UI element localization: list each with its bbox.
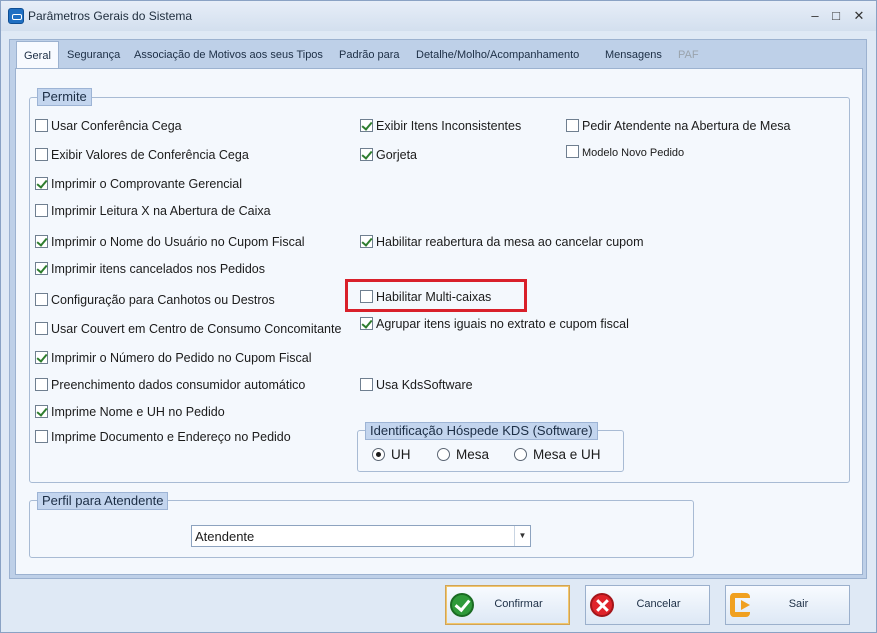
perfil-legend: Perfil para Atendente xyxy=(37,492,169,510)
radio-button[interactable] xyxy=(372,448,385,461)
exit-label: Sair xyxy=(788,598,809,610)
tab-detalhe-molho[interactable]: Detalhe/Molho/Acompanhamento xyxy=(412,41,583,69)
checkbox[interactable] xyxy=(35,351,48,364)
option-label: Gorjeta xyxy=(376,148,417,162)
kds-legend: Identificação Hóspede KDS (Software) xyxy=(365,422,598,440)
checkbox[interactable] xyxy=(566,145,579,158)
option-usar-couvert[interactable]: Usar Couvert em Centro de Consumo Concom… xyxy=(35,322,341,338)
checkbox[interactable] xyxy=(35,204,48,217)
radio-uh[interactable]: UH xyxy=(372,447,411,463)
perfil-select-value: Atendente xyxy=(195,529,255,544)
option-canhotos-destros[interactable]: Configuração para Canhotos ou Destros xyxy=(35,293,275,309)
option-usar-conferencia-cega[interactable]: Usar Conferência Cega xyxy=(35,119,182,135)
dialog-window: Parâmetros Gerais do Sistema – □ ✕ Geral… xyxy=(0,0,877,633)
title-bar[interactable]: Parâmetros Gerais do Sistema – □ ✕ xyxy=(1,1,876,31)
option-label: Imprime Documento e Endereço no Pedido xyxy=(51,430,291,444)
option-label: Usa KdsSoftware xyxy=(376,378,473,392)
option-label: Imprimir o Número do Pedido no Cupom Fis… xyxy=(51,351,312,365)
radio-button[interactable] xyxy=(514,448,527,461)
option-label: Imprime Nome e UH no Pedido xyxy=(51,405,225,419)
option-label: Configuração para Canhotos ou Destros xyxy=(51,293,275,307)
option-imprimir-nome-usuario[interactable]: Imprimir o Nome do Usuário no Cupom Fisc… xyxy=(35,235,305,251)
window-title: Parâmetros Gerais do Sistema xyxy=(28,9,193,23)
option-imprimir-comprovante-gerencial[interactable]: Imprimir o Comprovante Gerencial xyxy=(35,177,242,193)
option-label: Exibir Itens Inconsistentes xyxy=(376,119,522,133)
option-habilitar-reabertura-mesa[interactable]: Habilitar reabertura da mesa ao cancelar… xyxy=(360,235,644,251)
option-imprime-documento-endereco[interactable]: Imprime Documento e Endereço no Pedido xyxy=(35,430,291,446)
option-agrupar-itens-iguais[interactable]: Agrupar itens iguais no extrato e cupom … xyxy=(360,317,629,333)
tab-paf: PAF xyxy=(678,49,699,61)
option-pedir-atendente[interactable]: Pedir Atendente na Abertura de Mesa xyxy=(566,119,790,135)
checkbox[interactable] xyxy=(35,322,48,335)
option-label: Imprimir itens cancelados nos Pedidos xyxy=(51,262,265,276)
option-exibir-valores-conferencia[interactable]: Exibir Valores de Conferência Cega xyxy=(35,148,249,164)
option-usa-kds-software[interactable]: Usa KdsSoftware xyxy=(360,378,473,394)
cancel-label: Cancelar xyxy=(636,598,681,610)
option-exibir-itens-inconsistentes[interactable]: Exibir Itens Inconsistentes xyxy=(360,119,521,135)
confirm-label: Confirmar xyxy=(494,598,543,610)
radio-label: Mesa e UH xyxy=(533,447,601,462)
checkbox[interactable] xyxy=(360,235,373,248)
option-imprimir-leitura-x[interactable]: Imprimir Leitura X na Abertura de Caixa xyxy=(35,204,271,220)
option-imprimir-numero-pedido[interactable]: Imprimir o Número do Pedido no Cupom Fis… xyxy=(35,351,312,367)
minimize-button[interactable]: – xyxy=(805,6,825,26)
option-label: Modelo Novo Pedido xyxy=(582,147,685,159)
radio-mesa[interactable]: Mesa xyxy=(437,447,489,463)
tab-mensagens[interactable]: Mensagens xyxy=(601,41,666,69)
cancel-button[interactable]: Cancelar xyxy=(585,585,710,625)
tab-strip: Geral Segurança Associação de Motivos ao… xyxy=(9,41,867,71)
option-label: Exibir Valores de Conferência Cega xyxy=(51,148,249,162)
option-label: Imprimir o Nome do Usuário no Cupom Fisc… xyxy=(51,235,305,249)
radio-label: UH xyxy=(391,447,411,462)
checkbox[interactable] xyxy=(566,119,579,132)
option-preenchimento-consumidor[interactable]: Preenchimento dados consumidor automátic… xyxy=(35,378,305,394)
tab-seguranca[interactable]: Segurança xyxy=(63,41,124,69)
close-button[interactable]: ✕ xyxy=(849,6,869,26)
option-label: Imprimir Leitura X na Abertura de Caixa xyxy=(51,204,271,218)
option-imprime-nome-uh[interactable]: Imprime Nome e UH no Pedido xyxy=(35,405,225,421)
option-label: Usar Couvert em Centro de Consumo Concom… xyxy=(51,322,342,336)
radio-button[interactable] xyxy=(437,448,450,461)
option-label: Agrupar itens iguais no extrato e cupom … xyxy=(376,317,629,331)
exit-button[interactable]: Sair xyxy=(725,585,850,625)
chevron-down-icon[interactable]: ▼ xyxy=(514,526,530,546)
checkbox[interactable] xyxy=(35,430,48,443)
option-label: Pedir Atendente na Abertura de Mesa xyxy=(582,119,791,133)
checkbox[interactable] xyxy=(35,235,48,248)
checkbox[interactable] xyxy=(360,148,373,161)
tab-padrao-para[interactable]: Padrão para xyxy=(335,41,404,69)
tab-geral[interactable]: Geral xyxy=(16,41,59,71)
checkbox[interactable] xyxy=(35,378,48,391)
checkbox[interactable] xyxy=(35,177,48,190)
checkbox[interactable] xyxy=(35,148,48,161)
permite-legend: Permite xyxy=(37,88,92,106)
app-icon xyxy=(8,8,24,24)
highlight-box xyxy=(345,279,527,312)
tab-associacao-motivos[interactable]: Associação de Motivos aos seus Tipos xyxy=(130,41,327,69)
radio-label: Mesa xyxy=(456,447,490,462)
checkbox[interactable] xyxy=(360,317,373,330)
checkbox[interactable] xyxy=(35,262,48,275)
perfil-select[interactable]: Atendente ▼ xyxy=(191,525,531,547)
option-label: Preenchimento dados consumidor automátic… xyxy=(51,378,306,392)
option-modelo-novo-pedido[interactable]: Modelo Novo Pedido xyxy=(566,145,684,161)
option-label: Usar Conferência Cega xyxy=(51,119,182,133)
checkbox[interactable] xyxy=(35,405,48,418)
confirm-button[interactable]: Confirmar xyxy=(445,585,570,625)
maximize-button[interactable]: □ xyxy=(826,6,846,26)
option-gorjeta[interactable]: Gorjeta xyxy=(360,148,417,164)
radio-mesa-e-uh[interactable]: Mesa e UH xyxy=(514,447,601,463)
option-imprimir-itens-cancelados[interactable]: Imprimir itens cancelados nos Pedidos xyxy=(35,262,265,278)
checkbox[interactable] xyxy=(360,378,373,391)
checkbox[interactable] xyxy=(35,293,48,306)
checkbox[interactable] xyxy=(360,119,373,132)
checkbox[interactable] xyxy=(35,119,48,132)
option-label: Habilitar reabertura da mesa ao cancelar… xyxy=(376,235,644,249)
option-label: Imprimir o Comprovante Gerencial xyxy=(51,177,243,191)
